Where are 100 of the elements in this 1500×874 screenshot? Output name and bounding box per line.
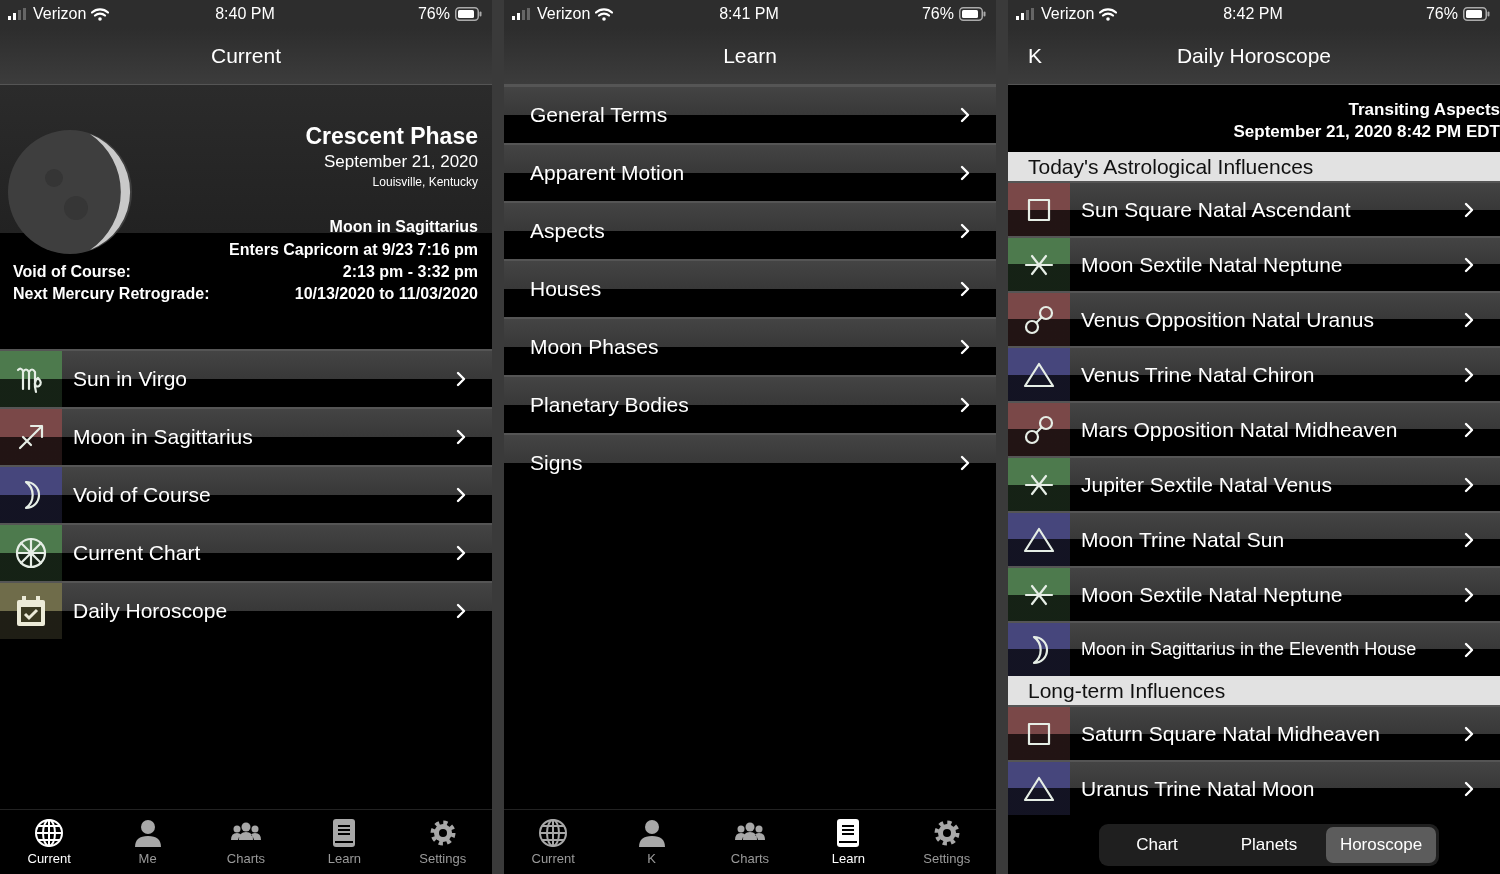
wifi-icon <box>595 7 614 21</box>
list-row[interactable]: Mars Opposition Natal Midheaven <box>1008 401 1500 456</box>
chevron-icon <box>960 107 970 123</box>
list-row[interactable]: Venus Opposition Natal Uranus <box>1008 291 1500 346</box>
chevron-icon <box>1464 256 1474 273</box>
list-row[interactable]: Jupiter Sextile Natal Venus <box>1008 456 1500 511</box>
chevron-icon <box>456 371 466 387</box>
list-row[interactable]: Current Chart <box>0 523 492 581</box>
segment-button[interactable]: Chart <box>1102 827 1212 863</box>
battery-icon <box>455 7 482 21</box>
wifi-icon <box>91 7 110 21</box>
list-row[interactable]: Sun Square Natal Ascendant <box>1008 181 1500 236</box>
row-label: General Terms <box>530 103 669 127</box>
segment-button[interactable]: Planets <box>1214 827 1324 863</box>
row-label: Mars Opposition Natal Midheaven <box>1081 417 1399 442</box>
list-row[interactable]: Sun in Virgo <box>0 349 492 407</box>
tab-button[interactable]: Settings <box>397 810 488 874</box>
list-row[interactable]: Uranus Trine Natal Moon <box>1008 760 1500 815</box>
row-label: Void of Course <box>73 483 212 507</box>
tab-button[interactable]: Learn <box>803 810 894 874</box>
row-label: Venus Opposition Natal Uranus <box>1081 307 1375 332</box>
globe-icon <box>538 818 569 848</box>
chevron-icon <box>456 487 466 503</box>
chevron-icon <box>456 429 466 445</box>
list-row[interactable]: Moon Sextile Natal Neptune <box>1008 236 1500 291</box>
battery-icon <box>959 7 986 21</box>
chevron-icon <box>960 165 970 181</box>
wifi-icon <box>1099 7 1118 21</box>
row-label: Planetary Bodies <box>530 393 690 417</box>
list-row[interactable]: Moon in Sagittarius in the Eleventh House <box>1008 621 1500 676</box>
fact-label: Next Mercury Retrograde: <box>13 285 210 303</box>
tab-button[interactable]: Charts <box>200 810 291 874</box>
row-label: Sun in Virgo <box>73 367 189 391</box>
heading-date: September 21, 2020 8:42 PM EDT <box>1233 121 1500 142</box>
chevron-icon <box>960 397 970 413</box>
tab-button[interactable]: Settings <box>901 810 992 874</box>
chevron-icon <box>960 455 970 471</box>
list-row[interactable]: Void of Course <box>0 465 492 523</box>
row-label: Saturn Square Natal Midheaven <box>1081 721 1381 746</box>
chevron-icon <box>960 281 970 297</box>
row-label: Moon in Sagittarius in the Eleventh House <box>1081 639 1418 660</box>
heading-title: Transiting Aspects <box>1348 99 1500 120</box>
location-text: Louisville, Kentucky <box>372 175 478 189</box>
row-label: Current Chart <box>73 541 202 565</box>
chevron-icon <box>960 223 970 239</box>
chevron-icon <box>1464 641 1474 658</box>
tab-button[interactable]: Current <box>4 810 95 874</box>
battery-percent: 76% <box>921 5 954 23</box>
chevron-icon <box>1464 366 1474 383</box>
clock-time: 8:41 PM <box>719 5 779 23</box>
row-label: Apparent Motion <box>530 161 686 185</box>
list-row[interactable]: Moon Sextile Natal Neptune <box>1008 566 1500 621</box>
row-label: Daily Horoscope <box>73 599 229 623</box>
row-label: Moon Trine Natal Sun <box>1081 527 1286 552</box>
clock-time: 8:42 PM <box>1223 5 1283 23</box>
carrier-name: Verizon <box>33 5 87 23</box>
list-row[interactable]: Daily Horoscope <box>0 581 492 639</box>
chevron-icon <box>960 339 970 355</box>
row-label: Uranus Trine Natal Moon <box>1081 776 1316 801</box>
signal-icon <box>8 8 28 20</box>
row-label: Moon Phases <box>530 335 660 359</box>
tab-button[interactable]: Current <box>508 810 599 874</box>
row-label: Moon Sextile Natal Neptune <box>1081 252 1344 277</box>
tab-button[interactable]: Charts <box>704 810 795 874</box>
chevron-icon <box>1464 421 1474 438</box>
phase-title: Crescent Phase <box>305 123 478 150</box>
wheel-icon <box>14 536 48 570</box>
row-label: Signs <box>530 451 584 475</box>
row-label: Houses <box>530 277 603 301</box>
list-row[interactable]: Moon in Sagittarius <box>0 407 492 465</box>
person-icon <box>636 818 667 848</box>
carrier-name: Verizon <box>1041 5 1095 23</box>
tab-button[interactable]: Learn <box>299 810 390 874</box>
calendar-check-icon <box>14 594 48 628</box>
battery-percent: 76% <box>1425 5 1458 23</box>
battery-percent: 76% <box>417 5 450 23</box>
moon-sign-text: Moon in Sagittarius <box>329 218 478 236</box>
chevron-icon <box>1464 201 1474 218</box>
chevron-icon <box>1464 780 1474 797</box>
list-row[interactable]: Saturn Square Natal Midheaven <box>1008 705 1500 760</box>
row-label: Moon in Sagittarius <box>73 425 254 449</box>
section-header: Today's Astrological Influences <box>1008 152 1500 181</box>
battery-icon <box>1463 7 1490 21</box>
tab-button[interactable]: K <box>606 810 697 874</box>
clock-time: 8:40 PM <box>215 5 275 23</box>
row-label: Jupiter Sextile Natal Venus <box>1081 472 1333 497</box>
chevron-icon <box>1464 586 1474 603</box>
screen-title: Current <box>211 44 281 68</box>
list-row[interactable]: Moon Trine Natal Sun <box>1008 511 1500 566</box>
segment-button[interactable]: Horoscope <box>1326 827 1436 863</box>
section-header: Long-term Influences <box>1008 676 1500 705</box>
row-label: Venus Trine Natal Chiron <box>1081 362 1316 387</box>
phase-date: September 21, 2020 <box>323 152 478 172</box>
chevron-icon <box>1464 531 1474 548</box>
tab-button[interactable]: Me <box>102 810 193 874</box>
sign-change-text: Enters Capricorn at 9/23 7:16 pm <box>229 241 478 259</box>
person-icon <box>132 818 163 848</box>
back-button[interactable]: K <box>1022 42 1048 70</box>
list-row[interactable]: Venus Trine Natal Chiron <box>1008 346 1500 401</box>
fact-value: 10/13/2020 to 11/03/2020 <box>294 285 478 303</box>
